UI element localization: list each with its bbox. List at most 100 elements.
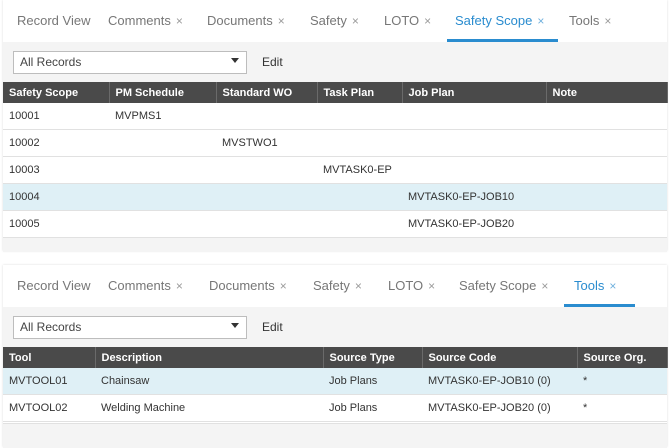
cell-standard-wo [216, 156, 317, 184]
table-row[interactable]: 10005 MVTASK0-EP-JOB20 [3, 210, 667, 238]
cell-standard-wo [216, 183, 317, 211]
close-icon[interactable]: × [428, 279, 435, 293]
tab-record-view[interactable]: Record View [17, 13, 90, 29]
cell-source-type: Job Plans [323, 368, 422, 395]
column-header[interactable]: Source Code [422, 347, 578, 368]
tab-safety[interactable]: Safety × [313, 278, 362, 294]
tab-tools[interactable]: Tools × [569, 13, 611, 29]
cell-source-type: Job Plans [323, 394, 422, 422]
cell-job-plan: MVTASK0-EP-JOB20 [402, 210, 546, 238]
cell-safety-scope: 10003 [3, 156, 109, 184]
cell-pm-schedule [109, 129, 216, 157]
cell-safety-scope: 10001 [3, 103, 109, 130]
column-header[interactable]: Source Org. [577, 347, 668, 368]
tab-label: LOTO [388, 278, 424, 293]
close-icon[interactable]: × [352, 14, 359, 28]
column-header[interactable]: Safety Scope [3, 82, 110, 103]
close-icon[interactable]: × [176, 279, 183, 293]
cell-standard-wo: MVSTWO1 [216, 129, 317, 157]
cell-task-plan: MVTASK0-EP [317, 156, 402, 184]
tab-record-view[interactable]: Record View [17, 278, 90, 294]
cell-pm-schedule [109, 183, 216, 211]
table-row[interactable]: 10002 MVSTWO1 [3, 129, 667, 157]
cell-task-plan [317, 183, 402, 211]
close-icon[interactable]: × [176, 14, 183, 28]
tab-label: Tools [569, 13, 600, 28]
cell-description: Chainsaw [95, 368, 323, 395]
cell-pm-schedule: MVPMS1 [109, 103, 216, 130]
tab-comments[interactable]: Comments × [108, 278, 183, 294]
close-icon[interactable]: × [609, 279, 616, 293]
tab-documents[interactable]: Documents × [207, 13, 285, 29]
close-icon[interactable]: × [278, 14, 285, 28]
tab-label: Safety Scope [455, 13, 533, 28]
tab-bar: Record View Comments × Documents × Safety ×… [3, 0, 667, 43]
column-header[interactable]: Source Type [323, 347, 423, 368]
cell-task-plan [317, 210, 402, 238]
column-header[interactable]: Note [546, 82, 668, 103]
edit-button[interactable]: Edit [262, 320, 283, 334]
cell-source-code: MVTASK0-EP-JOB20 (0) [422, 394, 577, 422]
safety-scope-panel: Record View Comments × Documents × Safety ×… [3, 0, 668, 252]
close-icon[interactable]: × [280, 279, 287, 293]
table-row-selected[interactable]: MVTOOL01 Chainsaw Job Plans MVTASK0-EP-J… [3, 368, 667, 395]
cell-job-plan: MVTASK0-EP-JOB10 [402, 183, 546, 211]
toolbar: All Records Edit [3, 42, 667, 82]
cell-job-plan [402, 156, 546, 184]
tab-label: Record View [17, 278, 91, 293]
tab-label: Safety Scope [459, 278, 537, 293]
toolbar: All Records Edit [3, 307, 667, 347]
cell-job-plan [402, 103, 546, 130]
column-header[interactable]: Task Plan [317, 82, 403, 103]
records-filter-dropdown[interactable]: All Records [13, 316, 247, 339]
tab-comments[interactable]: Comments × [108, 13, 183, 29]
cell-note [546, 183, 667, 211]
cell-task-plan [317, 129, 402, 157]
tools-table: Tool Description Source Type Source Code… [3, 347, 668, 422]
cell-standard-wo [216, 103, 317, 130]
tab-safety-scope[interactable]: Safety Scope × [455, 13, 544, 29]
tab-label: Comments [108, 278, 171, 293]
column-header[interactable]: Job Plan [402, 82, 547, 103]
cell-pm-schedule [109, 210, 216, 238]
tab-safety[interactable]: Safety × [310, 13, 359, 29]
tab-label: Record View [17, 13, 91, 28]
close-icon[interactable]: × [355, 279, 362, 293]
chevron-down-icon [231, 323, 239, 328]
cell-note [546, 156, 667, 184]
cell-source-org: * [577, 368, 667, 395]
cell-description: Welding Machine [95, 394, 323, 422]
tab-safety-scope[interactable]: Safety Scope × [459, 278, 548, 294]
table-row[interactable]: 10001 MVPMS1 [3, 103, 667, 130]
tab-loto[interactable]: LOTO × [388, 278, 435, 294]
tab-tools[interactable]: Tools × [574, 278, 616, 294]
tab-bar: Record View Comments × Documents × Safety ×… [3, 265, 667, 308]
cell-tool: MVTOOL02 [3, 394, 95, 422]
tab-label: Safety [310, 13, 347, 28]
grid-footer [3, 237, 667, 252]
column-header[interactable]: Description [95, 347, 324, 368]
column-header[interactable]: Tool [3, 347, 96, 368]
column-header[interactable]: PM Schedule [109, 82, 217, 103]
table-row[interactable]: 10003 MVTASK0-EP [3, 156, 667, 184]
safety-scope-table: Safety Scope PM Schedule Standard WO Tas… [3, 82, 668, 238]
records-filter-dropdown[interactable]: All Records [13, 51, 247, 74]
tab-label: Safety [313, 278, 350, 293]
column-header[interactable]: Standard WO [216, 82, 318, 103]
tab-label: Documents [207, 13, 273, 28]
close-icon[interactable]: × [537, 14, 544, 28]
table-row-selected[interactable]: 10004 MVTASK0-EP-JOB10 [3, 183, 667, 211]
cell-source-code: MVTASK0-EP-JOB10 (0) [422, 368, 577, 395]
close-icon[interactable]: × [604, 14, 611, 28]
cell-safety-scope: 10005 [3, 210, 109, 238]
edit-button[interactable]: Edit [262, 55, 283, 69]
cell-tool: MVTOOL01 [3, 368, 95, 395]
tab-documents[interactable]: Documents × [209, 278, 287, 294]
table-row[interactable]: MVTOOL02 Welding Machine Job Plans MVTAS… [3, 394, 667, 422]
chevron-down-icon [231, 58, 239, 63]
tab-loto[interactable]: LOTO × [384, 13, 431, 29]
close-icon[interactable]: × [424, 14, 431, 28]
grid-footer [3, 423, 667, 448]
tab-label: Documents [209, 278, 275, 293]
close-icon[interactable]: × [541, 279, 548, 293]
